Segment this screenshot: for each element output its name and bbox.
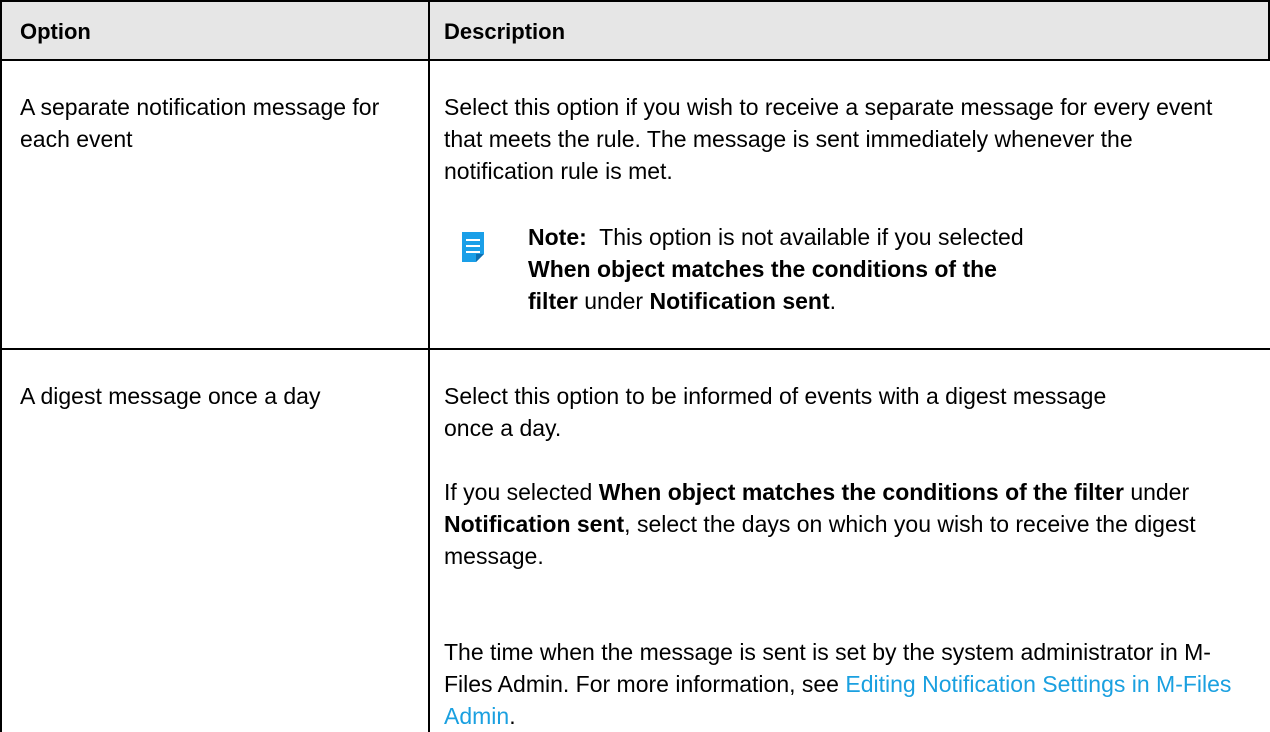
row2-para2: If you selected When object matches the …	[444, 479, 1196, 569]
row2-para3: The time when the message is sent is set…	[444, 639, 1232, 729]
table-border-row1	[0, 348, 1270, 350]
column-header-description: Description	[444, 19, 566, 44]
table-border-left	[0, 0, 2, 732]
row2-option: A digest message once a day	[20, 383, 321, 409]
table-border-header	[0, 59, 1270, 61]
row1-option: A separate notification message for each…	[20, 94, 380, 152]
table-border-middle	[428, 0, 430, 732]
row1-description: Select this option if you wish to receiv…	[444, 94, 1213, 184]
row1-note: Note: This option is not available if yo…	[528, 224, 1024, 314]
table-border-top	[0, 0, 1270, 2]
column-header-option: Option	[20, 19, 91, 44]
note-label: Note:	[528, 224, 587, 250]
options-table: Option Description A separate notificati…	[0, 0, 1270, 732]
row2-para1: Select this option to be informed of eve…	[444, 383, 1107, 441]
table-header-row	[0, 0, 1270, 60]
note-icon	[462, 232, 484, 262]
